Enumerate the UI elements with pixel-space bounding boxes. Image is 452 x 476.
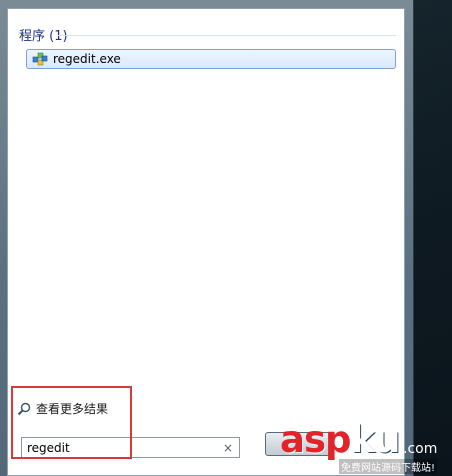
search-box: × (21, 437, 240, 458)
start-menu-frame: 程序 (1) regedit.exe 查看更多结果 × (0, 0, 414, 476)
result-item-label: regedit.exe (53, 52, 121, 66)
start-menu-results-panel: 程序 (1) regedit.exe 查看更多结果 × (7, 8, 405, 476)
section-divider (57, 35, 396, 36)
result-item-regedit[interactable]: regedit.exe (26, 49, 396, 69)
see-more-results-label: 查看更多结果 (36, 402, 109, 416)
watermark-tagline: 免费网站源码下载站! (339, 459, 438, 474)
watermark-brand-red: asp (280, 418, 351, 461)
see-more-results-link[interactable]: 查看更多结果 (17, 400, 108, 417)
search-input[interactable] (22, 440, 222, 455)
clear-icon[interactable]: × (222, 441, 234, 455)
search-icon (17, 402, 31, 415)
watermark-logo: aspku .com 免费网站源码下载站! (280, 418, 452, 476)
regedit-app-icon (32, 52, 48, 66)
watermark-brand-white: ku (350, 418, 400, 461)
watermark-domain: .com (403, 441, 438, 457)
